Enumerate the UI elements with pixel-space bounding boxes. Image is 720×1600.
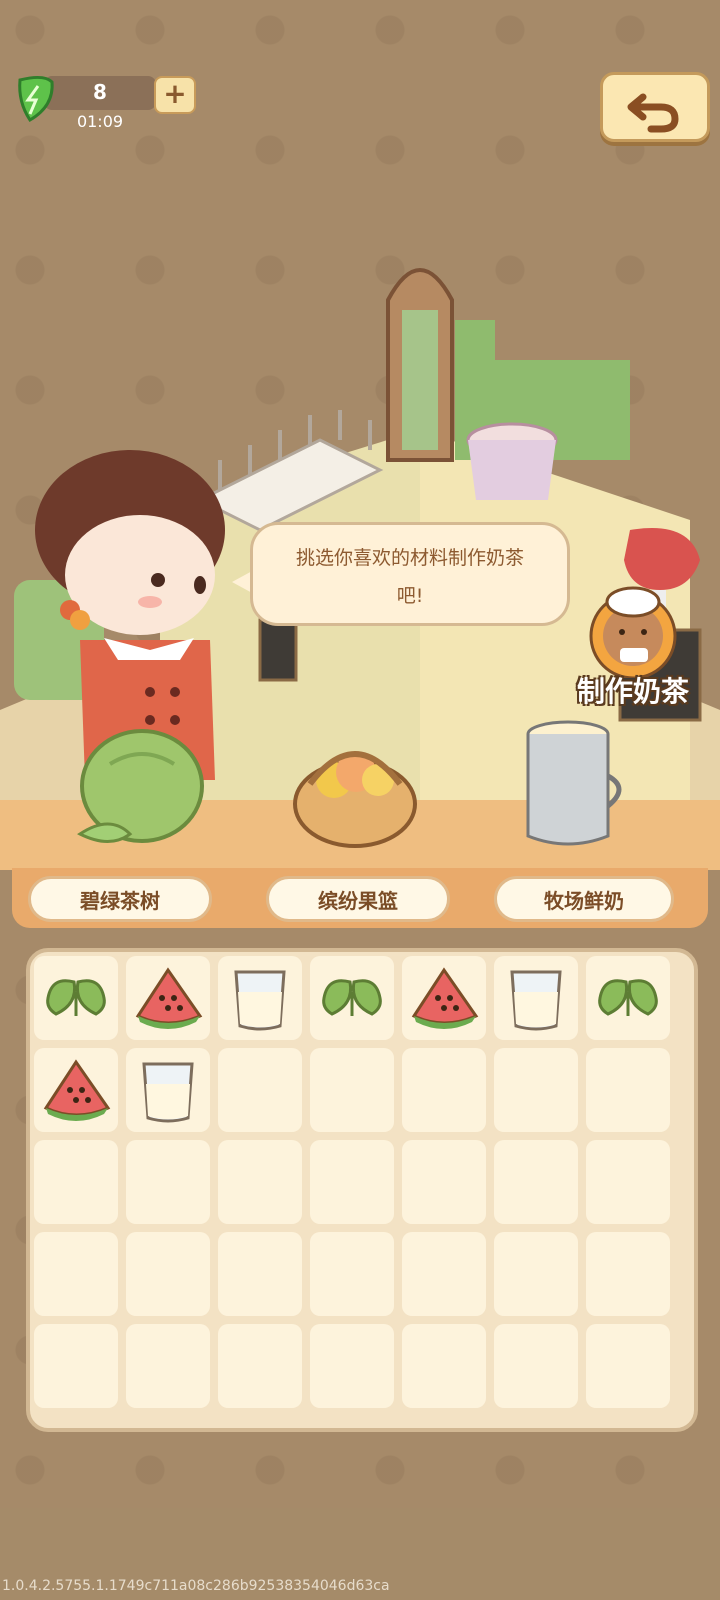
inventory-slot[interactable] xyxy=(34,1232,118,1316)
inventory-slot[interactable] xyxy=(402,1232,486,1316)
category-tab-tea-tree[interactable]: 碧绿茶树 xyxy=(28,876,212,922)
milk-icon xyxy=(142,1062,194,1123)
inventory-slot[interactable] xyxy=(126,1140,210,1224)
version-label: 1.0.4.2.5755.1.1749c711a08c286b925383540… xyxy=(2,1578,390,1594)
inventory-slot[interactable] xyxy=(310,1232,394,1316)
inventory-slot[interactable] xyxy=(586,1048,670,1132)
category-label-fruit-basket: 缤纷果篮 xyxy=(318,889,398,913)
inventory-slot[interactable] xyxy=(586,1324,670,1408)
inventory-slot[interactable] xyxy=(494,1140,578,1224)
category-tab-fruit-basket[interactable]: 缤纷果篮 xyxy=(266,876,450,922)
milk-icon xyxy=(510,970,562,1031)
make-milk-tea-button[interactable]: 制作奶茶 xyxy=(558,578,708,708)
energy-display: 8 01:09 + xyxy=(14,72,196,131)
inventory-slot[interactable] xyxy=(218,956,302,1040)
add-energy-button[interactable]: + xyxy=(154,76,196,114)
inventory-slot[interactable] xyxy=(586,1232,670,1316)
watermelon-icon xyxy=(43,1059,111,1121)
speech-bubble: 挑选你喜欢的材料制作奶茶 吧! xyxy=(250,522,570,626)
watermelon-icon xyxy=(135,967,203,1029)
milk-icon xyxy=(234,970,286,1031)
inventory-slot[interactable] xyxy=(34,1324,118,1408)
inventory-slot[interactable] xyxy=(218,1140,302,1224)
inventory-slot[interactable] xyxy=(34,1140,118,1224)
inventory-slot[interactable] xyxy=(34,1048,118,1132)
back-button[interactable] xyxy=(600,72,710,142)
category-tab-fresh-milk[interactable]: 牧场鲜奶 xyxy=(494,876,674,922)
inventory-slot[interactable] xyxy=(402,1324,486,1408)
inventory-slot[interactable] xyxy=(494,1324,578,1408)
inventory-slot[interactable] xyxy=(402,1140,486,1224)
bear-chef-icon xyxy=(589,586,677,680)
energy-count: 8 xyxy=(93,80,107,104)
undo-arrow-icon xyxy=(627,93,679,133)
watermelon-icon xyxy=(411,967,479,1029)
milk-can-icon[interactable] xyxy=(512,716,632,856)
inventory-slot[interactable] xyxy=(310,956,394,1040)
inventory-slot[interactable] xyxy=(218,1048,302,1132)
inventory-slot[interactable] xyxy=(586,1140,670,1224)
dialogue-line-1: 挑选你喜欢的材料制作奶茶 xyxy=(295,547,524,569)
category-label-tea-tree: 碧绿茶树 xyxy=(80,889,160,913)
leaf-icon xyxy=(598,979,658,1016)
inventory-slot[interactable] xyxy=(494,1048,578,1132)
inventory-slot[interactable] xyxy=(310,1324,394,1408)
inventory-slot[interactable] xyxy=(494,956,578,1040)
inventory-slot[interactable] xyxy=(402,956,486,1040)
leaf-icon xyxy=(46,979,106,1016)
leaf-icon xyxy=(322,979,382,1016)
inventory-slot[interactable] xyxy=(218,1324,302,1408)
energy-timer: 01:09 xyxy=(76,112,124,131)
inventory-slot[interactable] xyxy=(34,956,118,1040)
inventory-slot[interactable] xyxy=(126,956,210,1040)
inventory-slot[interactable] xyxy=(494,1232,578,1316)
tea-tree-icon[interactable] xyxy=(70,724,210,854)
inventory-slot[interactable] xyxy=(310,1140,394,1224)
inventory-slot[interactable] xyxy=(126,1048,210,1132)
fruit-basket-icon[interactable] xyxy=(290,724,420,854)
dialogue-line-2: 吧! xyxy=(396,585,424,607)
make-milk-tea-label: 制作奶茶 xyxy=(576,675,689,708)
category-label-fresh-milk: 牧场鲜奶 xyxy=(544,889,624,913)
inventory-slot[interactable] xyxy=(310,1048,394,1132)
inventory-slot[interactable] xyxy=(218,1232,302,1316)
inventory-slot[interactable] xyxy=(126,1232,210,1316)
inventory-slot[interactable] xyxy=(402,1048,486,1132)
inventory-slot[interactable] xyxy=(586,956,670,1040)
inventory-slot[interactable] xyxy=(126,1324,210,1408)
